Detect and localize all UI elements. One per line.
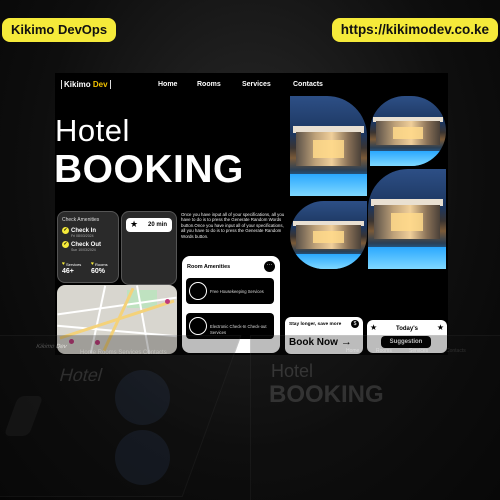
services-stat: ♥ Services: [62, 261, 81, 267]
reflection-hero1: Hotel: [271, 361, 314, 381]
reflection-nav-home: Home: [346, 348, 360, 354]
site-logo[interactable]: Kikimo Dev: [61, 80, 111, 89]
more-options-icon[interactable]: ···: [264, 261, 275, 272]
feature-card-1[interactable]: ⌂ Feature #1 Free Housekeeping Services: [186, 278, 274, 304]
booking-mockup-card: Kikimo Dev Home Rooms Services Contacts …: [55, 73, 448, 355]
check-amenities-panel: Check Amenities ✓ Check In Fri 08/03/202…: [57, 211, 119, 283]
check-out-label: Check Out: [71, 241, 102, 248]
rooms-stat: ♥ Rooms: [91, 261, 108, 267]
nav-services[interactable]: Services: [242, 81, 271, 88]
housekeeping-icon: ⌂: [189, 282, 207, 300]
reflection-logo: Kikimo Dev: [35, 344, 68, 350]
feature-title: Feature #1: [210, 282, 236, 288]
check-out-row[interactable]: ✓ Check Out: [62, 241, 101, 248]
reflection-nav-contacts: Contacts: [446, 348, 466, 354]
travel-time-panel: ★ 20 min: [121, 211, 177, 285]
website-url-banner[interactable]: https://kikimodev.co.ke: [331, 18, 498, 42]
mockup-reflection: Kikimo Dev Hotel BOOKING Home Rooms Serv…: [0, 330, 500, 500]
hotel-photo-2: [370, 96, 446, 166]
calendar-icon: ✓: [62, 241, 69, 248]
heart-icon: ♥: [62, 261, 65, 267]
hotel-photo-3: [290, 201, 367, 269]
services-label: Services: [65, 261, 82, 267]
nav-rooms[interactable]: Rooms: [197, 81, 221, 88]
check-out-date: Sun 10/03/2024: [71, 248, 96, 252]
calendar-icon: ✓: [62, 227, 69, 234]
logo-main: Kikimo: [64, 80, 91, 89]
feature-title: Feature #2: [210, 317, 236, 323]
check-in-date: Fri 08/03/2024: [71, 234, 94, 238]
room-amenities-title: Room Amenities: [187, 264, 231, 270]
nav-contacts[interactable]: Contacts: [293, 81, 323, 88]
hero-title-line2: BOOKING: [55, 148, 244, 191]
dollar-icon: $: [351, 320, 359, 328]
check-in-row[interactable]: ✓ Check In: [62, 227, 96, 234]
description-text: Once you have input all of your specific…: [181, 212, 285, 239]
brand-banner: Kikimo DevOps: [2, 18, 117, 42]
star-icon: ★: [130, 219, 139, 229]
hero-title-line1: Hotel: [55, 113, 130, 148]
nav-home[interactable]: Home: [158, 81, 177, 88]
reflection-nav-services: Services: [409, 348, 429, 354]
map-pin-icon[interactable]: [165, 299, 170, 304]
logo-accent: Dev: [92, 80, 108, 89]
rooms-label: Rooms: [94, 261, 108, 267]
reflection-nav-rooms: Rooms: [376, 348, 392, 354]
check-in-label: Check In: [71, 227, 97, 234]
feature-desc: Free Housekeeping Services: [210, 289, 264, 294]
hotel-photo-1: [290, 96, 367, 196]
stay-longer-text: Stay longer, save more: [289, 322, 342, 327]
heart-icon: ♥: [91, 261, 94, 267]
time-badge: 20 min: [148, 222, 168, 228]
reflection-hero2: BOOKING: [269, 381, 384, 408]
rooms-value: 60%: [91, 268, 106, 275]
check-amenities-title: Check Amenities: [62, 217, 100, 223]
hotel-photo-4: [368, 169, 446, 269]
services-value: 46+: [62, 268, 74, 275]
